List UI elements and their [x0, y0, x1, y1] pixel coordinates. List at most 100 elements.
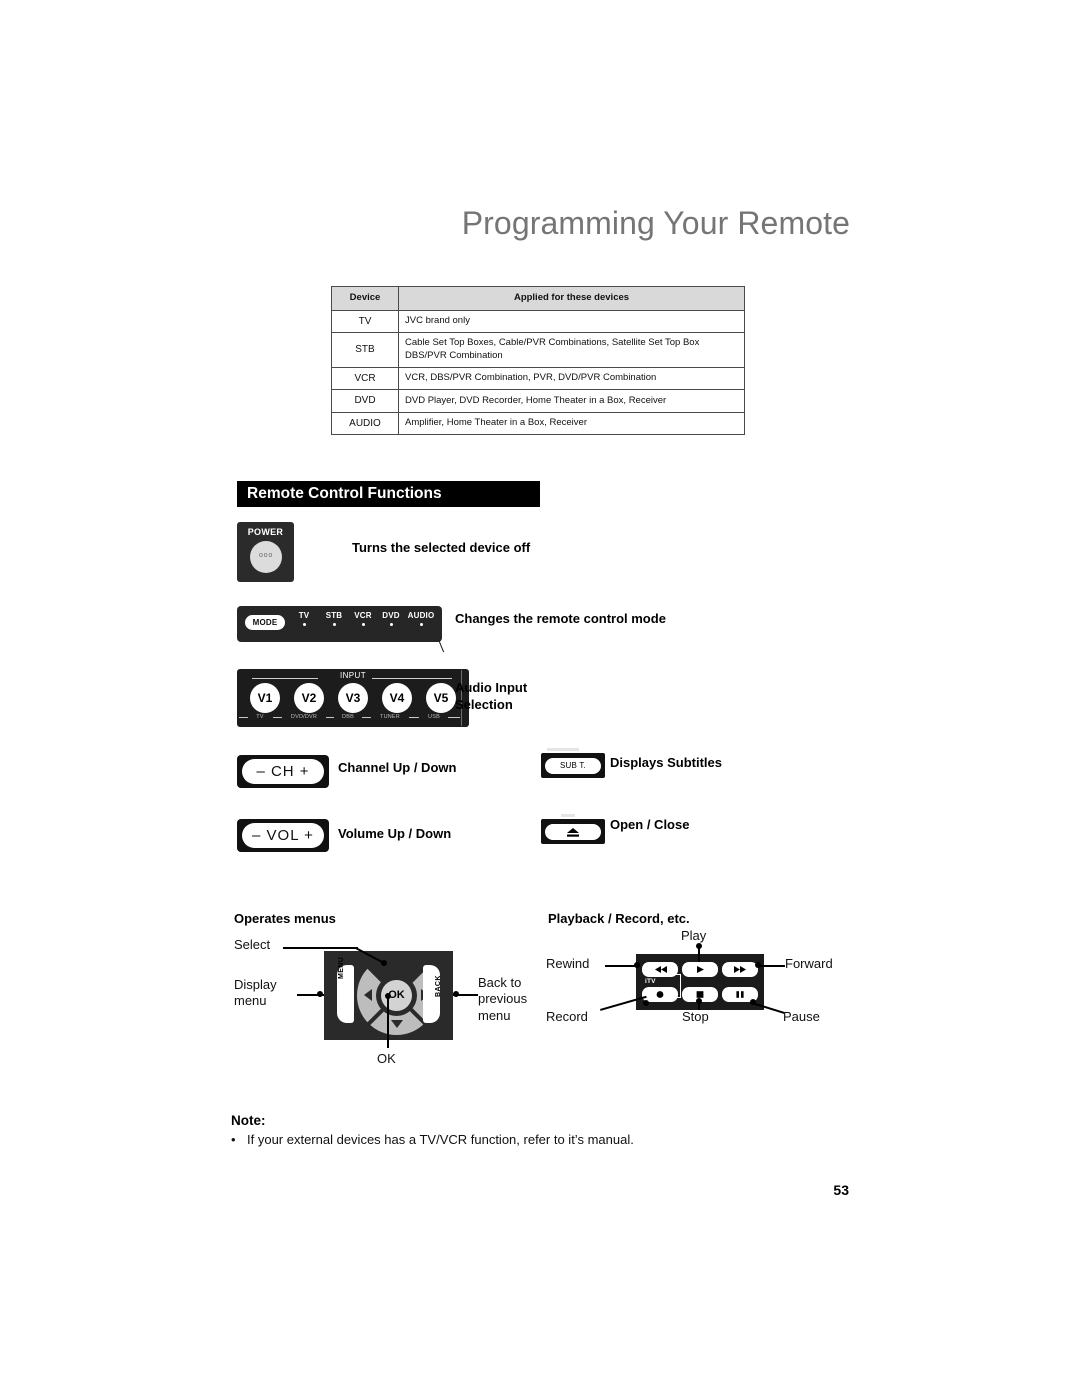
note-title: Note: [231, 1113, 266, 1128]
playback-bracket [670, 974, 681, 998]
callout-select-dot [381, 960, 387, 966]
volume-description: Volume Up / Down [338, 826, 452, 841]
table-cell-applied: DVD Player, DVD Recorder, Home Theater i… [398, 389, 745, 413]
mode-indicator-label: TV [298, 611, 310, 620]
input-connector-line [362, 717, 371, 718]
input-button-v3[interactable]: V3 [338, 683, 368, 713]
input-sublabel-dvd-dvr: DVD/DVR [290, 714, 318, 720]
section-heading-remote-control-functions: Remote Control Functions [237, 481, 540, 507]
channel-key-graphic: – CH + [237, 755, 329, 788]
input-button-v1[interactable]: V1 [250, 683, 280, 713]
eject-key-surface[interactable] [545, 824, 601, 840]
nav-down-arrow-icon[interactable] [391, 1020, 403, 1028]
mode-indicator-audio: AUDIO [404, 611, 438, 626]
mode-indicator-dot-icon [332, 623, 336, 626]
callout-record: Record [546, 1009, 588, 1024]
power-dots-icon: ooo [258, 552, 274, 559]
callout-play: Play [681, 928, 707, 943]
callout-stop: Stop [682, 1009, 709, 1024]
table-cell-device: DVD [331, 389, 399, 413]
mode-indicator-vcr: VCR [349, 611, 377, 626]
input-button-v2[interactable]: V2 [294, 683, 324, 713]
callout-back-previous-menu: Back to previous menu [478, 975, 527, 1024]
power-description: Turns the selected device off [352, 540, 531, 555]
table-cell-applied: VCR, DBS/PVR Combination, PVR, DVD/PVR C… [398, 366, 745, 391]
menu-side-button-label: MENU [338, 956, 345, 979]
callout-back-line2: previous [478, 991, 528, 1007]
input-connector-line [239, 717, 248, 718]
table-cell-device: VCR [331, 366, 399, 391]
mode-indicator-dot-icon [419, 623, 423, 626]
table-cell-applied: JVC brand only [398, 309, 745, 334]
callout-display-menu-line1: Display [234, 977, 277, 992]
input-connector-line [409, 717, 419, 718]
forward-button[interactable] [722, 962, 758, 977]
input-sublabel-tuner: TUNER [380, 714, 400, 720]
table-header-row: Device Applied for these devices [331, 286, 745, 311]
nav-left-arrow-icon[interactable] [364, 989, 372, 1001]
mode-key-graphic: MODE TV STB VCR DVD AUDIO [237, 606, 458, 653]
input-button-v5[interactable]: V5 [426, 683, 456, 713]
itv-label: iTV [645, 978, 656, 985]
operates-menus-heading: Operates menus [234, 911, 336, 926]
callout-rewind: Rewind [546, 956, 590, 971]
callout-back-dot [453, 991, 459, 997]
input-key-graphic: INPUT V1 V2 V3 V4 V5 TV DVD/DVR DBB TUNE… [237, 669, 469, 727]
page-title: Programming Your Remote [461, 205, 850, 241]
mode-indicator-label: AUDIO [407, 611, 435, 620]
table-row: TV JVC brand only [331, 309, 745, 334]
callout-select-line [283, 947, 358, 949]
input-sublabel-dbb: DBB [342, 714, 354, 720]
callout-ok: OK [377, 1051, 396, 1066]
callout-play-dot [696, 943, 702, 949]
device-table: Device Applied for these devices TV JVC … [331, 286, 745, 436]
volume-key-graphic: – VOL + [237, 819, 329, 852]
mode-indicator-dvd: DVD [377, 611, 405, 626]
callout-back-line1: Back to [478, 975, 522, 990]
input-sublabel-usb: USB [428, 714, 440, 720]
back-side-button-label: BACK [435, 975, 442, 997]
subtitle-key-graphic: SUB T. [541, 753, 605, 778]
callout-forward-dot [755, 962, 761, 968]
callout-pause-dot [750, 999, 756, 1005]
subtitle-description: Displays Subtitles [610, 755, 722, 770]
mode-description: Changes the remote control mode [455, 611, 666, 626]
mode-indicator-stb: STB [320, 611, 348, 626]
note-text: If your external devices has a TV/VCR fu… [247, 1132, 634, 1147]
callout-pause: Pause [783, 1009, 820, 1024]
table-cell-device: AUDIO [331, 411, 399, 436]
input-description-line2: Selection [455, 697, 513, 713]
callout-ok-dot [385, 993, 391, 999]
note-body: • If your external devices has a TV/VCR f… [231, 1131, 851, 1149]
input-sublabel-tv: TV [256, 714, 264, 720]
input-connector-line [448, 717, 460, 718]
power-button-circle: ooo [250, 541, 282, 573]
callout-rewind-dot [634, 962, 640, 968]
power-key-label: POWER [247, 527, 284, 537]
play-button[interactable] [682, 962, 718, 977]
input-connector-line [326, 717, 334, 718]
input-description-line1: Audio Input [455, 680, 528, 695]
mode-indicator-dot-icon [361, 623, 365, 626]
input-button-v4[interactable]: V4 [382, 683, 412, 713]
eject-key-graphic [541, 819, 605, 844]
channel-key-label[interactable]: – CH + [242, 759, 324, 784]
mode-indicator-tv: TV [291, 611, 317, 626]
mode-indicator-dot-icon [389, 623, 393, 626]
play-icon [697, 966, 704, 973]
mode-indicator-label: VCR [354, 611, 372, 620]
manual-page: Programming Your Remote Device Applied f… [0, 0, 1080, 1397]
table-cell-device: TV [331, 309, 399, 334]
eject-key-ghost-edge [561, 814, 575, 817]
volume-key-label[interactable]: – VOL + [242, 823, 324, 848]
table-cell-applied: Amplifier, Home Theater in a Box, Receiv… [398, 411, 745, 436]
subtitle-key-ghost-edge [547, 748, 579, 751]
nav-up-arrow-icon[interactable] [391, 963, 403, 971]
power-key-graphic: POWER ooo [237, 522, 294, 582]
input-description: Audio Input Selection [455, 679, 527, 713]
table-row: VCR VCR, DBS/PVR Combination, PVR, DVD/P… [331, 366, 745, 391]
callout-ok-line [387, 996, 389, 1048]
mode-indicator-label: STB [325, 611, 343, 620]
callout-display-menu: Display menu [234, 977, 277, 1010]
subtitle-key-label[interactable]: SUB T. [545, 758, 601, 774]
